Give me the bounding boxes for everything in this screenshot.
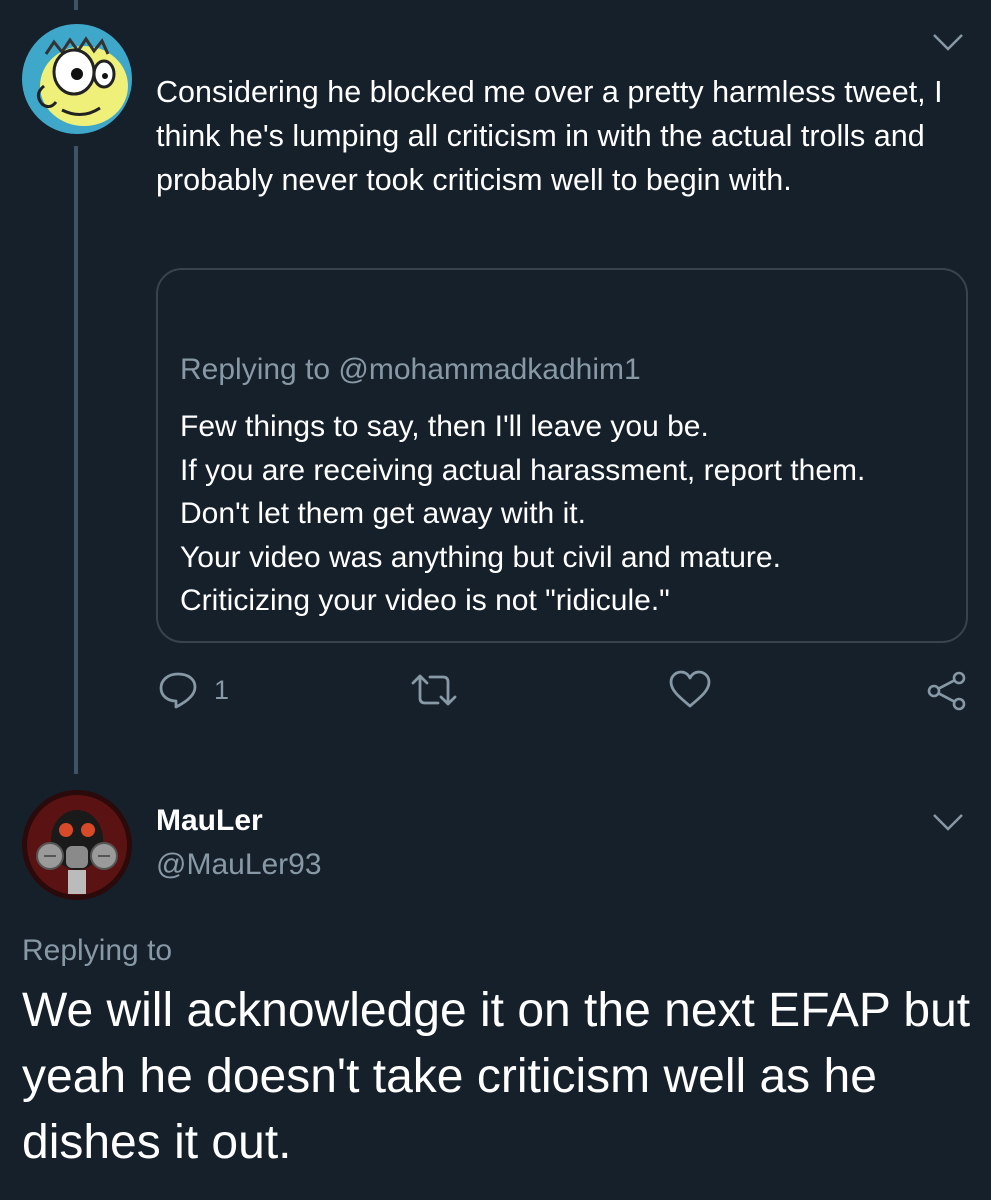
thread-line-top [74, 0, 78, 10]
tweet-text: We will acknowledge it on the next EFAP … [22, 984, 971, 1169]
share-icon [927, 671, 966, 711]
quoted-tweet[interactable]: Replying to @mohammadkadhim1 Few things … [156, 268, 968, 643]
quote-line: If you are receiving actual harassment, … [180, 453, 866, 487]
reply-icon [159, 672, 197, 709]
chevron-down-icon[interactable] [931, 812, 965, 832]
share-button[interactable] [926, 670, 968, 712]
quote-replying-to[interactable]: Replying to @mohammadkadhim1 [180, 350, 641, 390]
retweet-icon [411, 674, 457, 706]
avatar[interactable] [22, 24, 132, 134]
quote-line: Your video was anything but civil and ma… [180, 540, 781, 574]
heart-icon [669, 670, 711, 708]
avatar[interactable] [22, 790, 132, 900]
author-name[interactable]: MauLer [156, 804, 263, 838]
like-button[interactable] [668, 670, 712, 710]
cartoon-face-avatar [22, 24, 132, 134]
thread-line [74, 146, 78, 774]
retweet-button[interactable] [410, 670, 458, 710]
replying-to: Replying to [22, 934, 173, 967]
author-handle[interactable]: @MauLer93 [156, 848, 322, 882]
quote-line: Don't let them get away with it. [180, 497, 586, 530]
chevron-down-icon[interactable] [931, 32, 965, 52]
tweet-text: Considering he blocked me over a pretty … [156, 75, 943, 197]
reply-button[interactable]: 1 [158, 670, 229, 710]
quote-line: Criticizing your video is not "ridicule.… [180, 584, 670, 617]
reply-count: 1 [214, 674, 230, 705]
gas-mask-avatar [22, 790, 132, 900]
quote-text: Few things to say, then I'll leave you b… [180, 405, 865, 623]
quote-line: Few things to say, then I'll leave you b… [180, 410, 709, 443]
